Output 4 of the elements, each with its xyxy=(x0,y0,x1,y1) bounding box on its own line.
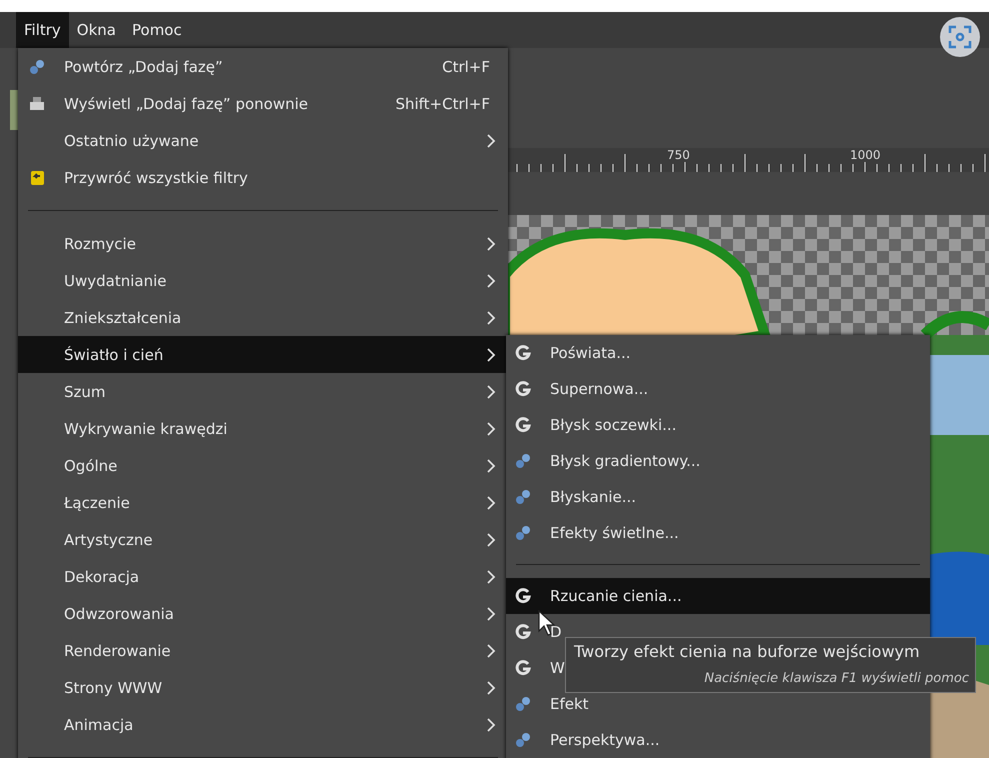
tooltip-hint: Naciśnięcie klawisza F1 wyświetli pomoc xyxy=(703,671,969,686)
ruler-label: 750 xyxy=(665,148,690,162)
ruler-label: 1000 xyxy=(848,148,881,162)
tooltip-text: Tworzy efekt cienia na buforze wejściowym xyxy=(574,642,921,661)
